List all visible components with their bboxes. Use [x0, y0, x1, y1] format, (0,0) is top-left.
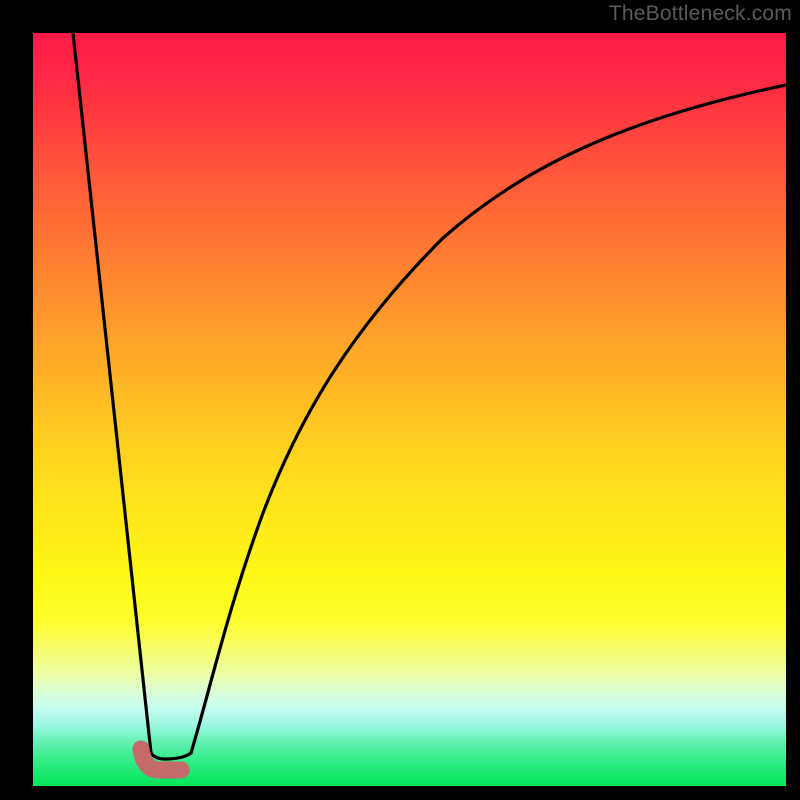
watermark-text: TheBottleneck.com	[609, 2, 792, 26]
curves-layer	[33, 33, 786, 786]
plot-area	[33, 33, 786, 786]
chart-frame: TheBottleneck.com	[0, 0, 800, 800]
bottleneck-curve	[73, 33, 786, 759]
